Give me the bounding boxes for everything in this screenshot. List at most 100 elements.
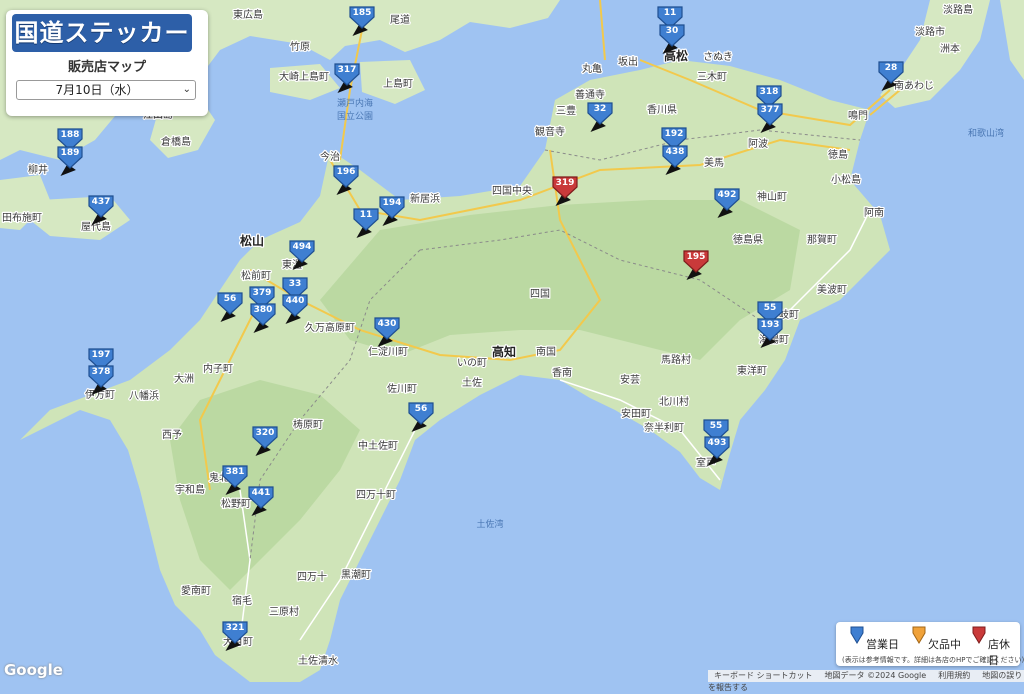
place-label: 安田町 bbox=[621, 407, 651, 420]
place-label: 内子町 bbox=[203, 362, 233, 375]
place-label: 仁淀川町 bbox=[368, 345, 408, 358]
place-label: 梼原町 bbox=[293, 418, 323, 431]
route-number: 11 bbox=[664, 8, 677, 18]
place-label: 田布施町 bbox=[2, 211, 42, 224]
route-number: 28 bbox=[885, 63, 898, 73]
route-number: 438 bbox=[666, 147, 685, 157]
place-label: 善通寺 bbox=[575, 88, 605, 101]
attribution-bar: キーボード ショートカット 地図データ ©2024 Google 利用規約 地図の誤り… bbox=[708, 670, 1024, 692]
route-number: 380 bbox=[254, 305, 273, 315]
route-number: 30 bbox=[666, 26, 679, 36]
route-number: 196 bbox=[337, 167, 356, 177]
place-label: 三原村 bbox=[269, 605, 299, 618]
place-label: 香川県 bbox=[647, 104, 677, 116]
place-label: 四万十町 bbox=[356, 488, 396, 501]
route-number: 494 bbox=[293, 242, 312, 252]
route-number: 32 bbox=[594, 104, 607, 114]
place-label: 松前町 bbox=[241, 269, 271, 282]
route-number: 55 bbox=[764, 303, 777, 313]
place-label: 新居浜 bbox=[410, 192, 440, 205]
place-label: 大崎上島町 bbox=[279, 70, 329, 83]
place-label: 黒潮町 bbox=[341, 568, 371, 581]
place-label: 西予 bbox=[162, 429, 182, 441]
place-label: 神山町 bbox=[757, 190, 787, 203]
route-number: 317 bbox=[338, 65, 357, 75]
place-label: 丸亀 bbox=[582, 62, 602, 75]
place-label: 東洋町 bbox=[737, 364, 767, 377]
chevron-down-icon: ⌄ bbox=[182, 84, 191, 95]
route-number: 192 bbox=[665, 129, 684, 139]
place-label: 上島町 bbox=[383, 77, 413, 90]
legend-open-label: 営業日 bbox=[866, 638, 899, 651]
place-label: 竹原 bbox=[290, 40, 310, 53]
place-label: 国立公園 bbox=[337, 110, 373, 122]
terms-link[interactable]: 利用規約 bbox=[932, 671, 976, 680]
legend-closed-pin-icon bbox=[972, 626, 986, 644]
place-label: 久万高原町 bbox=[305, 321, 355, 334]
route-number: 492 bbox=[718, 190, 737, 200]
legend-open-pin-icon bbox=[850, 626, 864, 644]
route-number: 11 bbox=[360, 210, 373, 220]
place-label: 三木町 bbox=[697, 71, 727, 83]
legend-outofstock-label: 欠品中 bbox=[928, 638, 961, 651]
place-label: 今治 bbox=[320, 150, 340, 163]
place-label: 四万十 bbox=[297, 570, 327, 583]
place-label: 小松島 bbox=[831, 173, 861, 186]
place-label: 三豊 bbox=[556, 104, 576, 117]
place-label: さぬき bbox=[703, 51, 733, 63]
place-label: 阿南 bbox=[864, 206, 884, 219]
place-label: 南国 bbox=[536, 345, 556, 358]
place-label: 坂出 bbox=[618, 55, 638, 68]
route-number: 55 bbox=[710, 421, 723, 431]
date-select[interactable]: 7月10日（水） ⌄ bbox=[16, 80, 196, 100]
route-number: 185 bbox=[353, 8, 372, 18]
place-label: 四国 bbox=[530, 288, 550, 300]
place-label: 奈半利町 bbox=[644, 421, 684, 434]
place-label: 中土佐町 bbox=[358, 439, 398, 452]
route-number: 379 bbox=[253, 288, 272, 298]
place-label: 観音寺 bbox=[535, 125, 565, 138]
place-label: 美波町 bbox=[817, 283, 847, 296]
route-number: 320 bbox=[256, 428, 275, 438]
page-subtitle: 販売店マップ bbox=[67, 60, 146, 75]
keyboard-shortcuts-link[interactable]: キーボード ショートカット bbox=[708, 671, 819, 680]
place-label: 馬路村 bbox=[661, 353, 691, 366]
place-label: 柳井 bbox=[28, 163, 48, 176]
route-number: 318 bbox=[760, 87, 779, 97]
route-number: 430 bbox=[378, 319, 397, 329]
place-label: 美馬 bbox=[704, 156, 724, 169]
place-label: 和歌山湾 bbox=[968, 127, 1004, 139]
place-label: 阿波 bbox=[748, 137, 768, 150]
place-label: 北川村 bbox=[659, 395, 689, 408]
route-number: 188 bbox=[61, 130, 80, 140]
place-label: 東広島 bbox=[233, 8, 263, 21]
place-label: 八幡浜 bbox=[129, 389, 159, 402]
place-label: 高知 bbox=[492, 344, 516, 359]
route-number: 197 bbox=[92, 350, 111, 360]
place-label: 松山 bbox=[240, 233, 264, 248]
legend-note: (表示は参考情報です。詳細は各店のHPでご確認ください) bbox=[842, 656, 1024, 664]
place-label: 四国中央 bbox=[492, 184, 532, 197]
page-title: 国道ステッカー bbox=[12, 14, 192, 52]
place-label: 徳島 bbox=[828, 148, 848, 161]
place-label: 倉橋島 bbox=[161, 135, 191, 148]
route-number: 194 bbox=[383, 198, 402, 208]
place-label: 佐川町 bbox=[387, 383, 417, 395]
place-label: 土佐清水 bbox=[298, 654, 338, 667]
place-label: 大洲 bbox=[174, 372, 194, 385]
route-number: 321 bbox=[226, 623, 245, 633]
route-number: 56 bbox=[224, 294, 237, 304]
place-label: 宿毛 bbox=[232, 594, 252, 607]
legend-outofstock-pin-icon bbox=[912, 626, 926, 644]
route-number: 56 bbox=[415, 404, 428, 414]
route-number: 440 bbox=[286, 296, 305, 306]
place-label: 鳴門 bbox=[848, 109, 868, 122]
route-number: 378 bbox=[92, 367, 111, 377]
place-label: 那賀町 bbox=[807, 234, 837, 246]
route-number: 189 bbox=[61, 148, 80, 158]
place-label: 淡路市 bbox=[915, 25, 945, 38]
place-label: 瀬戸内海 bbox=[337, 97, 373, 109]
place-label: 淡路島 bbox=[943, 3, 973, 16]
route-number: 437 bbox=[92, 197, 111, 207]
place-label: 香南 bbox=[552, 366, 572, 379]
